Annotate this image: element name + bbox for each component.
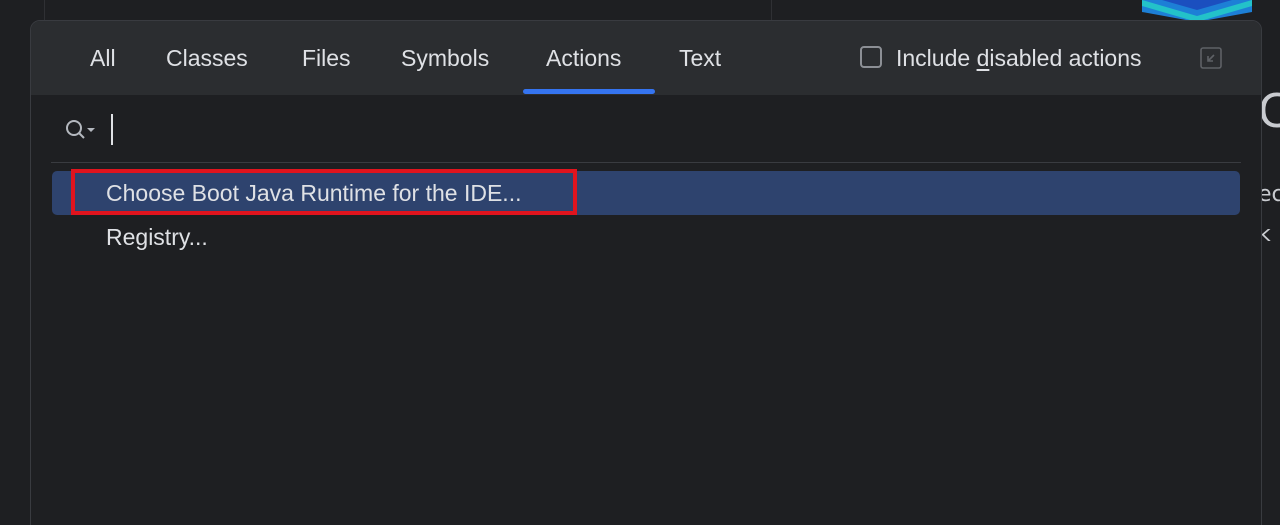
include-disabled-label-suffix: isabled actions <box>989 45 1142 71</box>
search-row <box>31 95 1261 163</box>
result-item-label: Choose Boot Java Runtime for the IDE... <box>106 180 522 206</box>
background-divider <box>771 0 772 22</box>
search-input[interactable] <box>109 113 1213 149</box>
selected-tab-indicator <box>523 89 655 94</box>
search-with-dropdown-icon[interactable] <box>65 119 99 141</box>
include-disabled-checkbox[interactable] <box>860 46 882 68</box>
result-item-choose-boot-java-runtime[interactable]: Choose Boot Java Runtime for the IDE... <box>52 171 1240 215</box>
open-in-window-icon[interactable] <box>1200 47 1222 69</box>
ide-logo-icon <box>1142 0 1252 22</box>
result-item-label: Registry... <box>106 224 208 250</box>
tab-symbols[interactable]: Symbols <box>401 21 489 95</box>
tab-bar: All Classes Files Symbols Actions Text I… <box>31 21 1261 95</box>
tab-files[interactable]: Files <box>302 21 351 95</box>
text-cursor <box>111 114 113 145</box>
include-disabled-mnemonic: d <box>976 45 990 71</box>
background-divider <box>44 0 45 22</box>
search-everywhere-popup: All Classes Files Symbols Actions Text I… <box>30 20 1262 525</box>
tab-actions[interactable]: Actions <box>546 21 621 95</box>
tab-all[interactable]: All <box>90 21 116 95</box>
tab-classes[interactable]: Classes <box>166 21 248 95</box>
tab-text[interactable]: Text <box>679 21 721 95</box>
divider <box>51 162 1241 163</box>
screen: C ec k All Classes Files Symbols Actions… <box>0 0 1280 525</box>
include-disabled-label[interactable]: Include disabled actions <box>896 21 1142 95</box>
result-item-registry[interactable]: Registry... <box>52 215 1240 259</box>
include-disabled-label-prefix: Include <box>896 45 977 71</box>
